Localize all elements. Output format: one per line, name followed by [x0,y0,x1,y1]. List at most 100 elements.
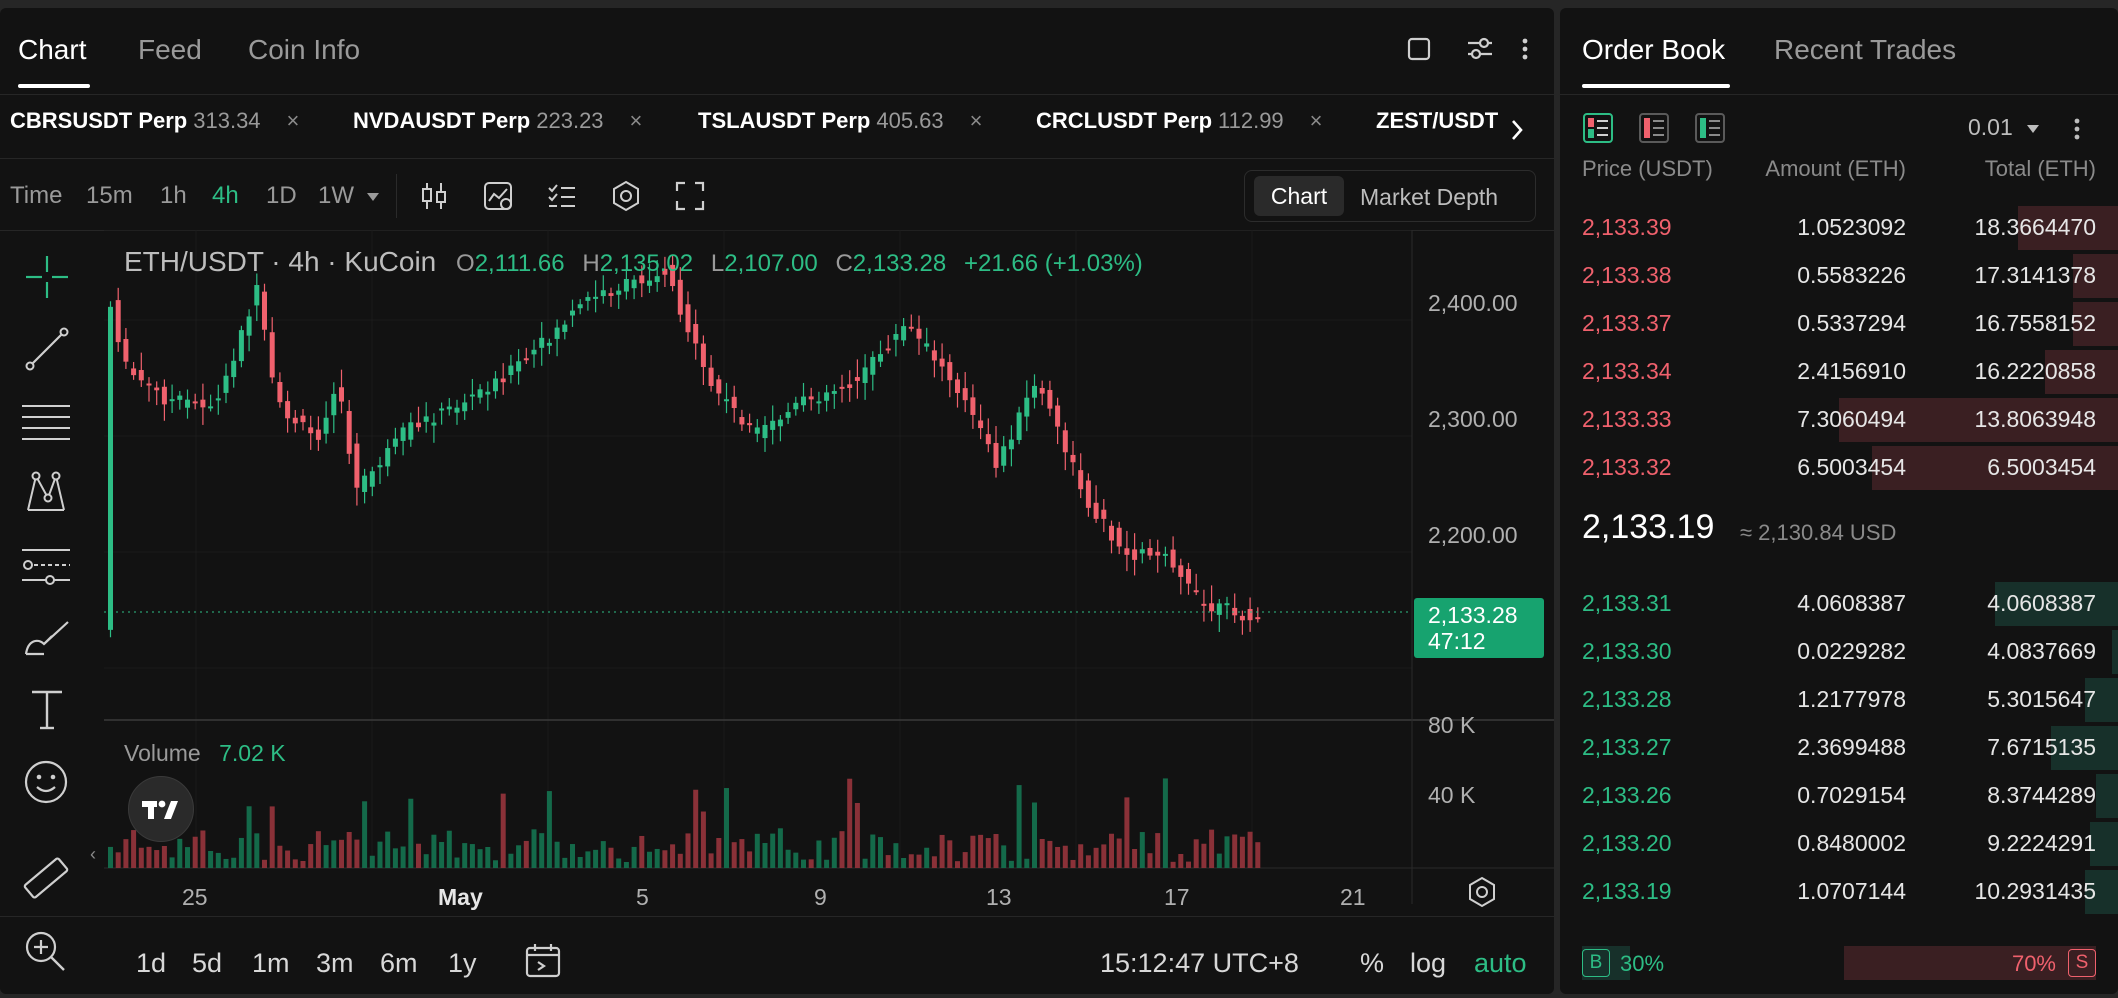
view-both-icon[interactable] [1582,112,1614,144]
close-icon[interactable]: × [970,108,983,133]
view-bids-icon[interactable] [1694,112,1726,144]
range-1m[interactable]: 1m [252,948,290,979]
order-book-row[interactable]: 2,133.34 2.4156910 16.2220858 [1560,348,2118,396]
caret-down-icon[interactable] [2026,124,2040,134]
candle-body [539,337,545,348]
row-total: 7.6715135 [1987,734,2096,760]
percent-scale-toggle[interactable]: % [1360,948,1384,979]
volume-bar [138,847,144,868]
order-book-row[interactable]: 2,133.31 4.0608387 4.0608387 [1560,580,2118,628]
view-toggle-market-depth[interactable]: Market Depth [1360,184,1498,211]
timeframe-4h[interactable]: 4h [212,182,239,210]
order-book-row[interactable]: 2,133.32 6.5003454 6.5003454 [1560,444,2118,492]
order-book-row[interactable]: 2,133.26 0.7029154 8.3744289 [1560,772,2118,820]
tab-coin-info[interactable]: Coin Info [248,34,360,66]
indicators-icon[interactable] [482,180,514,212]
checklist-icon[interactable] [546,180,578,212]
symbol-chip-zestusdt[interactable]: ZEST/USDT [1376,108,1506,134]
hexagon-settings-icon[interactable] [610,180,642,212]
range-5d[interactable]: 5d [192,948,222,979]
close-icon[interactable]: × [630,108,643,133]
depth-bar [2112,630,2118,674]
close-icon[interactable]: × [287,108,300,133]
precision-select[interactable]: 0.01 [1968,114,2013,141]
pattern-icon[interactable] [22,468,70,516]
symbol-chip-tslausdt[interactable]: TSLAUSDT Perp 405.63 × [698,108,983,134]
ruler-icon[interactable] [20,852,72,904]
close-icon[interactable]: × [1310,108,1323,133]
more-vertical-icon[interactable] [1520,36,1530,62]
volume-bar [570,844,575,868]
emoji-icon[interactable] [22,758,70,806]
order-book-row[interactable]: 2,133.30 0.0229282 4.0837669 [1560,628,2118,676]
collapse-toolbar-icon[interactable]: ‹ [90,844,96,865]
price-chart[interactable] [104,230,1554,904]
chevron-right-icon[interactable] [1510,118,1524,142]
range-6m[interactable]: 6m [380,948,418,979]
candle-body [200,399,206,408]
volume-bar [670,844,676,868]
volume-tick: 80 K [1428,712,1476,738]
volume-bar [416,843,421,868]
view-asks-icon[interactable] [1638,112,1670,144]
sell-ratio-bar [1844,946,2096,980]
layout-square-icon[interactable] [1406,36,1432,62]
timezone-clock[interactable]: 15:12:47 UTC+8 [1100,948,1299,979]
timeframe-15m[interactable]: 15m [86,182,133,210]
candle-body [1070,454,1076,463]
order-book-row[interactable]: 2,133.19 1.0707144 10.2931435 [1560,868,2118,916]
tab-order-book-underline [1582,84,1730,88]
brush-icon[interactable] [22,614,72,660]
calendar-goto-icon[interactable] [524,942,564,980]
auto-scale-toggle[interactable]: auto [1474,948,1527,979]
symbol-chip-nvdausdt[interactable]: NVDAUSDT Perp 223.23 × [353,108,642,134]
order-book-row[interactable]: 2,133.38 0.5583226 17.3141378 [1560,252,2118,300]
order-book-row[interactable]: 2,133.20 0.8480002 9.2224291 [1560,820,2118,868]
order-book-row[interactable]: 2,133.37 0.5337294 16.7558152 [1560,300,2118,348]
crosshair-icon[interactable] [24,254,70,300]
trend-line-icon[interactable] [24,326,70,372]
symbol-chip-cbrsusdt[interactable]: CBRSUSDT Perp 313.34 × [10,108,299,134]
timeframe-1d[interactable]: 1D [266,182,297,210]
timeframe-1h[interactable]: 1h [160,182,187,210]
range-3m[interactable]: 3m [316,948,354,979]
range-1y[interactable]: 1y [448,948,477,979]
candle-body [161,386,167,405]
volume-bar [1239,836,1245,868]
buy-sell-ratio: B 30% 70% S [1582,946,2096,980]
caret-down-icon[interactable] [366,192,380,202]
view-toggle-chart[interactable]: Chart [1254,176,1344,216]
symbol-chip-crclusdt[interactable]: CRCLUSDT Perp 112.99 × [1036,108,1323,134]
zoom-in-icon[interactable] [22,928,68,974]
text-tool-icon[interactable] [24,686,70,732]
candle-body [839,386,845,389]
order-book-row[interactable]: 2,133.33 7.3060494 13.8063948 [1560,396,2118,444]
order-book-row[interactable]: 2,133.39 1.0523092 18.3664470 [1560,204,2118,252]
timeframe-1w[interactable]: 1W [318,182,354,210]
volume-bar [985,838,991,868]
row-price: 2,133.20 [1582,830,1672,856]
tab-feed[interactable]: Feed [138,34,202,66]
tab-order-book[interactable]: Order Book [1582,34,1725,66]
tradingview-logo[interactable] [128,776,194,842]
range-1d[interactable]: 1d [136,948,166,979]
axis-settings-icon[interactable] [1466,876,1498,908]
candle-style-icon[interactable] [418,180,450,212]
log-scale-toggle[interactable]: log [1410,948,1446,979]
order-book-row[interactable]: 2,133.27 2.3699488 7.6715135 [1560,724,2118,772]
volume-bar [539,833,545,868]
tab-recent-trades[interactable]: Recent Trades [1774,34,1956,66]
volume-bar [462,843,468,868]
volume-bar [785,849,791,868]
candle-body [516,361,522,372]
order-book-row[interactable]: 2,133.28 1.2177978 5.3015647 [1560,676,2118,724]
candle-body [454,407,460,413]
row-price: 2,133.38 [1582,262,1672,288]
fib-levels-icon[interactable] [20,400,72,446]
candle-body [962,388,968,401]
fullscreen-icon[interactable] [674,180,706,212]
tab-chart[interactable]: Chart [18,34,86,66]
forecast-icon[interactable] [20,542,72,588]
settings-sliders-icon[interactable] [1466,36,1494,62]
more-vertical-icon[interactable] [2072,116,2082,142]
